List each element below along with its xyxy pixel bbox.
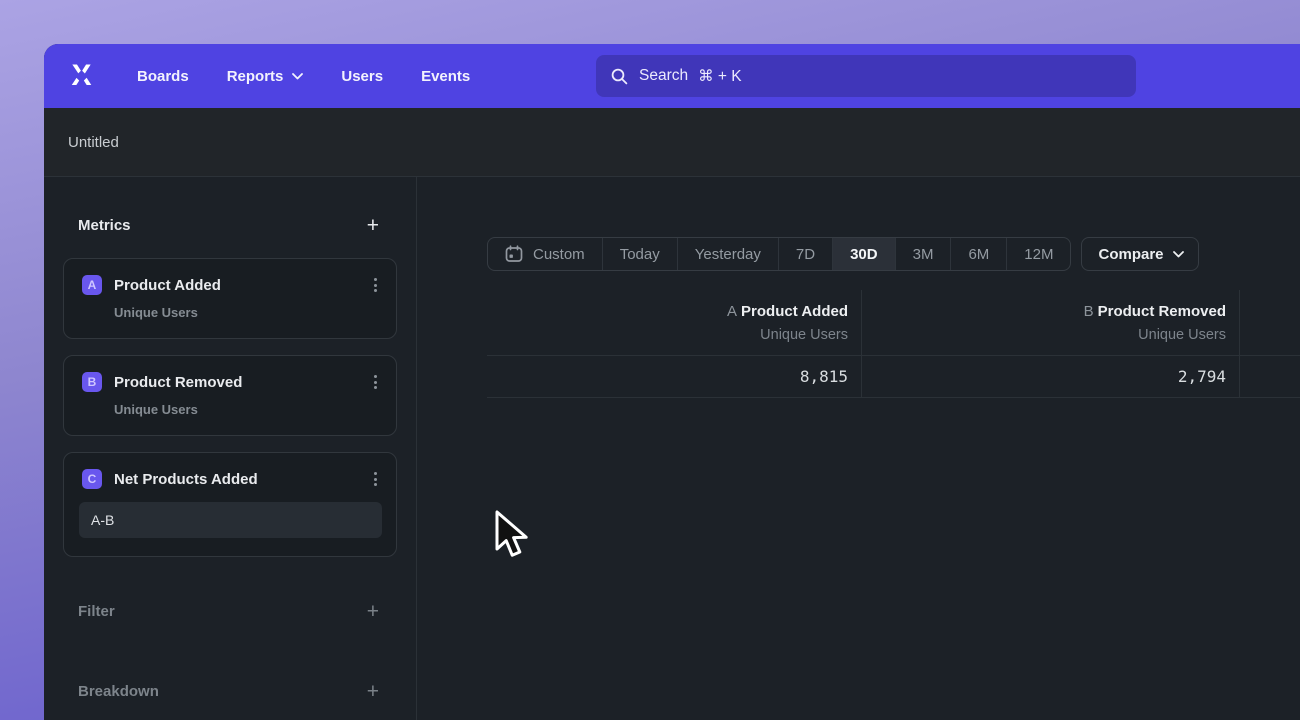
column-header-b[interactable]: BProduct Removed Unique Users (862, 290, 1240, 356)
metric-card-c[interactable]: C Net Products Added A-B (63, 452, 397, 557)
metric-badge: A (82, 275, 102, 295)
tab-12m[interactable]: 12M (1007, 238, 1070, 270)
report-title[interactable]: Untitled (68, 134, 119, 151)
column-title: Product Added (741, 303, 848, 320)
value-cell-a[interactable]: 8,815 (487, 356, 862, 398)
kebab-menu-icon[interactable] (369, 275, 382, 295)
column-title: Product Removed (1098, 303, 1226, 320)
tab-label: Today (620, 246, 660, 263)
column-subtitle: Unique Users (862, 327, 1226, 343)
breakdown-label: Breakdown (78, 683, 159, 700)
add-filter-button[interactable]: + (367, 601, 379, 622)
metric-card-header: C Net Products Added (82, 469, 382, 489)
value-cell-b[interactable]: 2,794 (862, 356, 1240, 398)
metric-measurement[interactable]: Unique Users (114, 305, 382, 320)
nav-item-label: Events (421, 68, 470, 85)
tab-3m[interactable]: 3M (896, 238, 952, 270)
filter-label: Filter (78, 603, 115, 620)
metric-measurement[interactable]: Unique Users (114, 402, 382, 417)
nav-item-label: Users (341, 68, 383, 85)
column-badge-letter: B (1084, 303, 1094, 320)
date-controls: Custom Today Yesterday 7D 30D 3M 6M 12M … (487, 237, 1199, 271)
tab-today[interactable]: Today (603, 238, 678, 270)
query-sidebar: Metrics + A Product Added Unique Users B… (44, 177, 417, 720)
compare-button[interactable]: Compare (1081, 237, 1198, 271)
metric-name: Product Added (114, 277, 369, 294)
app-window: X Boards Reports Users Events Search ⌘ +… (44, 44, 1300, 720)
results-table: AProduct Added Unique Users BProduct Rem… (487, 290, 1300, 398)
search-icon (611, 68, 628, 85)
metric-card-b[interactable]: B Product Removed Unique Users (63, 355, 397, 436)
nav-menu: Boards Reports Users Events (137, 68, 508, 85)
tab-label: 6M (968, 246, 989, 263)
compare-label: Compare (1098, 246, 1163, 263)
metric-name: Net Products Added (114, 471, 369, 488)
metrics-label: Metrics (78, 217, 131, 234)
nav-item-events[interactable]: Events (421, 68, 470, 85)
search-placeholder: Search (639, 67, 688, 85)
add-breakdown-button[interactable]: + (367, 681, 379, 702)
main-content: Custom Today Yesterday 7D 30D 3M 6M 12M … (417, 177, 1300, 720)
column-header-a[interactable]: AProduct Added Unique Users (487, 290, 862, 356)
metrics-header: Metrics + (63, 215, 397, 236)
tab-6m[interactable]: 6M (951, 238, 1007, 270)
metric-card-a[interactable]: A Product Added Unique Users (63, 258, 397, 339)
tab-label: 30D (850, 246, 878, 263)
nav-item-boards[interactable]: Boards (137, 68, 189, 85)
tab-7d[interactable]: 7D (779, 238, 833, 270)
metric-card-header: A Product Added (82, 275, 382, 295)
nav-item-users[interactable]: Users (341, 68, 383, 85)
breakdown-section: Breakdown + (63, 679, 397, 703)
add-metric-button[interactable]: + (367, 215, 379, 236)
metric-name: Product Removed (114, 374, 369, 391)
tab-30d[interactable]: 30D (833, 238, 896, 270)
metric-card-header: B Product Removed (82, 372, 382, 392)
column-badge-letter: A (727, 303, 737, 320)
top-nav: X Boards Reports Users Events Search ⌘ +… (44, 44, 1300, 108)
search-input[interactable]: Search ⌘ + K (596, 55, 1136, 97)
metric-badge: B (82, 372, 102, 392)
filter-section: Filter + (63, 599, 397, 623)
value-cell-c-cropped (1240, 356, 1300, 398)
chevron-down-icon (1173, 251, 1184, 258)
column-header-c-cropped (1240, 290, 1300, 356)
search-shortcut: ⌘ + K (698, 67, 742, 86)
column-subtitle: Unique Users (487, 327, 848, 343)
tab-custom[interactable]: Custom (488, 238, 603, 270)
calendar-icon (505, 245, 523, 263)
mixpanel-logo[interactable]: X (66, 60, 96, 92)
tab-label: Yesterday (695, 246, 761, 263)
report-title-bar: Untitled (44, 108, 1300, 177)
nav-item-reports[interactable]: Reports (227, 68, 304, 85)
nav-item-label: Boards (137, 68, 189, 85)
date-range-tabs: Custom Today Yesterday 7D 30D 3M 6M 12M (487, 237, 1071, 271)
tab-label: 7D (796, 246, 815, 263)
tab-label: 3M (913, 246, 934, 263)
formula-input[interactable]: A-B (79, 502, 382, 538)
nav-item-label: Reports (227, 68, 284, 85)
kebab-menu-icon[interactable] (369, 372, 382, 392)
tab-label: 12M (1024, 246, 1053, 263)
chevron-down-icon (292, 73, 303, 80)
workspace: Metrics + A Product Added Unique Users B… (44, 177, 1300, 720)
metric-badge: C (82, 469, 102, 489)
tab-yesterday[interactable]: Yesterday (678, 238, 779, 270)
tab-label: Custom (533, 246, 585, 263)
kebab-menu-icon[interactable] (369, 469, 382, 489)
